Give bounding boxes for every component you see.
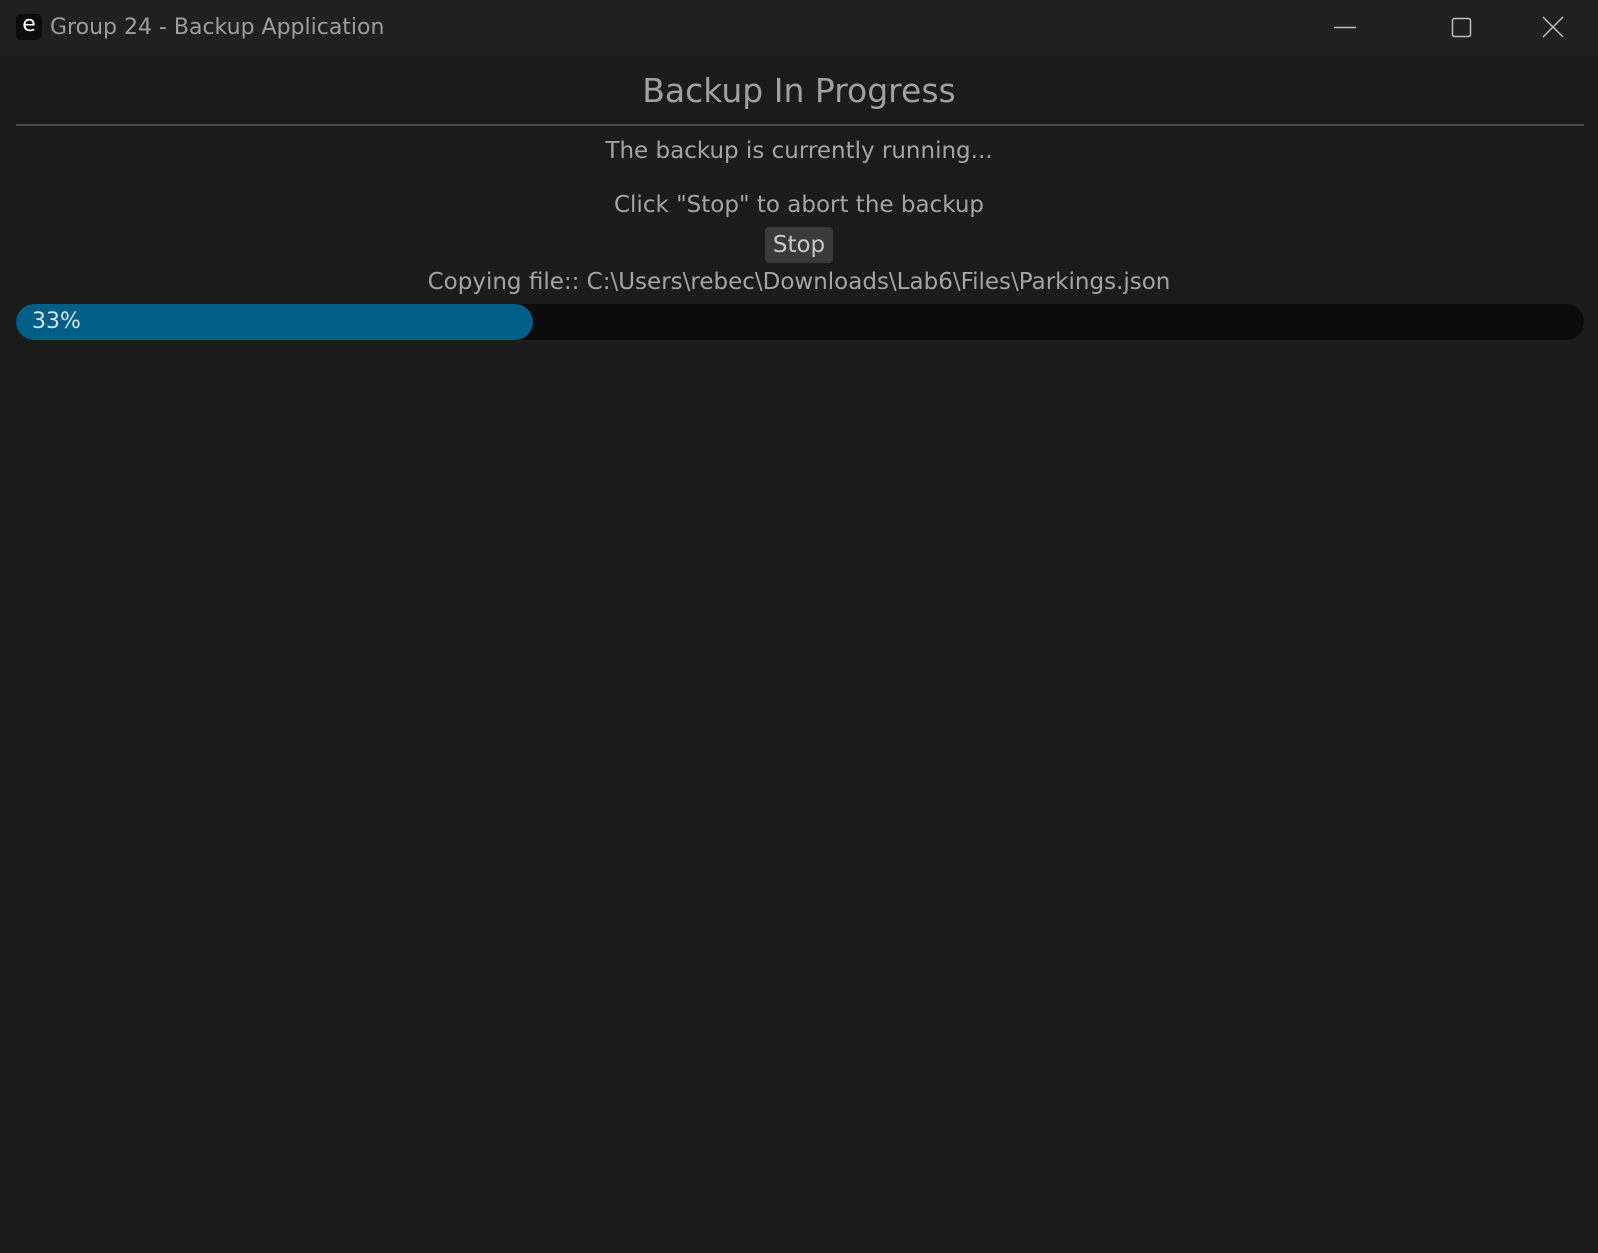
- app-logo-icon: e: [16, 14, 42, 40]
- close-button[interactable]: [1506, 0, 1598, 56]
- app-window: e Group 24 - Backup Application Backup I…: [0, 0, 1598, 1253]
- window-title: Group 24 - Backup Application: [50, 15, 385, 40]
- hint-text: Click "Stop" to abort the backup: [613, 192, 984, 218]
- maximize-icon: [1451, 17, 1472, 38]
- title-divider: [16, 124, 1584, 126]
- current-file-text: Copying file:: C:\Users\rebec\Downloads\…: [427, 269, 1171, 295]
- backup-progress-bar: 33%: [16, 304, 1584, 340]
- progress-percent-label: 33%: [32, 309, 81, 334]
- title-bar[interactable]: e Group 24 - Backup Application: [0, 0, 1598, 56]
- minimize-button[interactable]: [1324, 0, 1416, 56]
- page-title: Backup In Progress: [642, 71, 956, 110]
- stop-button[interactable]: Stop: [764, 227, 834, 263]
- maximize-button[interactable]: [1414, 0, 1506, 56]
- status-text: The backup is currently running...: [605, 138, 993, 164]
- minimize-icon: [1334, 26, 1356, 29]
- progress-fill: [16, 304, 534, 340]
- stop-button-row: Stop: [0, 227, 1598, 263]
- close-icon: [1542, 16, 1564, 38]
